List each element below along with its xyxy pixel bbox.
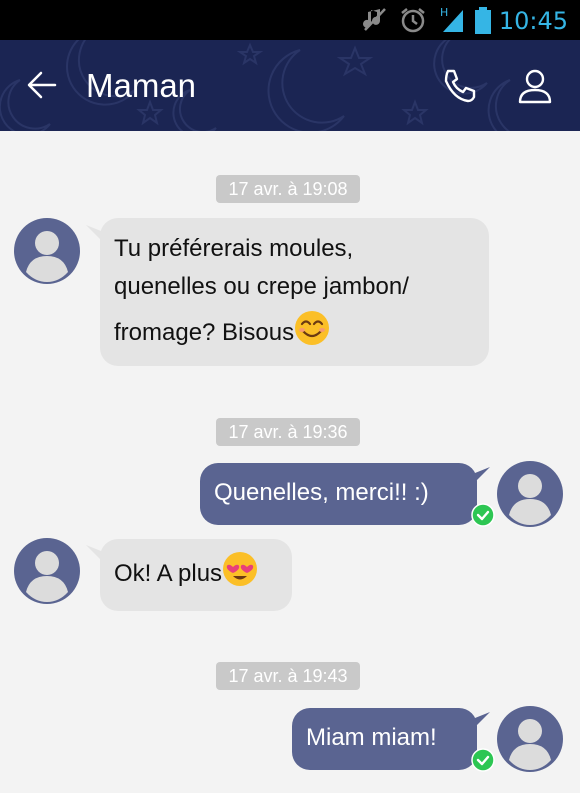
clock-time: 10:45 <box>498 7 568 35</box>
phone-icon[interactable] <box>440 68 476 104</box>
heart-eyes-emoji <box>223 552 258 586</box>
contact-avatar <box>14 538 80 604</box>
message-text-line: fromage? Bisous <box>114 319 295 346</box>
bubble-tail <box>470 712 490 732</box>
app-bar: Maman <box>0 40 580 131</box>
contact-avatar <box>14 218 80 284</box>
message-text: Ok! A plus <box>114 560 223 587</box>
back-arrow-icon[interactable] <box>25 70 59 100</box>
contact-name-title: Maman <box>86 67 197 104</box>
own-avatar <box>497 706 563 772</box>
status-bar: H 10:45 <box>0 0 580 40</box>
bubble-tail <box>470 467 490 487</box>
timestamp-pill: 17 avr. à 19:43 <box>216 662 360 690</box>
message-text: Miam miam! <box>306 724 437 751</box>
mute-icon <box>363 8 386 31</box>
delivered-check-icon <box>471 748 495 772</box>
smiling-face-emoji <box>295 311 330 345</box>
timestamp-pill: 17 avr. à 19:36 <box>216 418 360 446</box>
delivered-check-icon <box>471 503 495 527</box>
message-text-line: Tu préférerais moules, <box>114 235 354 262</box>
incoming-message[interactable]: Ok! A plus <box>100 539 292 611</box>
incoming-message[interactable]: Tu préférerais moules, quenelles ou crep… <box>100 218 489 366</box>
outgoing-message[interactable]: Miam miam! <box>292 708 477 770</box>
timestamp-pill: 17 avr. à 19:08 <box>216 175 360 203</box>
contact-icon[interactable] <box>518 68 552 104</box>
signal-icon: H <box>440 6 463 32</box>
conversation-area[interactable]: 17 avr. à 19:08 Tu préférerais moules, q… <box>0 131 580 793</box>
alarm-icon <box>401 8 425 33</box>
svg-text:H: H <box>440 6 448 19</box>
own-avatar <box>497 461 563 527</box>
message-text-line: quenelles ou crepe jambon/ <box>114 273 409 300</box>
battery-icon <box>475 7 491 34</box>
message-text: Quenelles, merci!! :) <box>214 479 429 506</box>
outgoing-message[interactable]: Quenelles, merci!! :) <box>200 463 477 525</box>
